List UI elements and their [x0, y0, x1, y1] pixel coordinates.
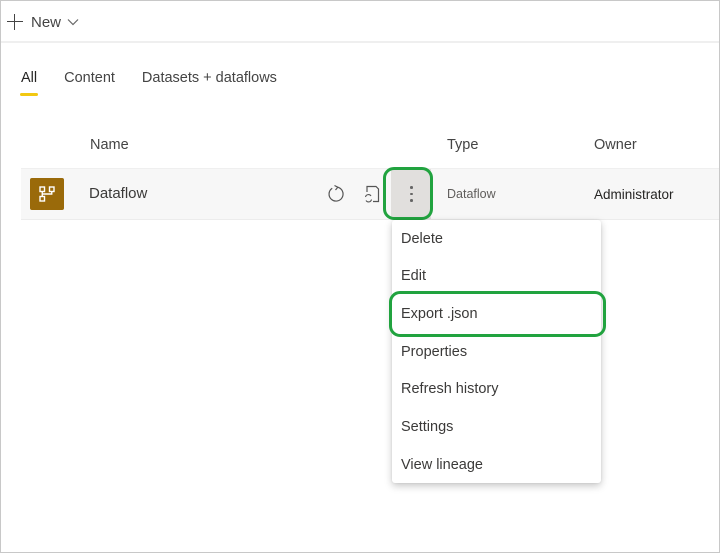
- toolbar: New: [1, 1, 719, 43]
- new-button[interactable]: New: [7, 11, 79, 33]
- menu-item-view-lineage[interactable]: View lineage: [392, 447, 601, 483]
- menu-item-delete[interactable]: Delete: [392, 221, 601, 257]
- dataflow-icon: [30, 178, 64, 210]
- menu-item-settings[interactable]: Settings: [392, 409, 601, 445]
- more-options-icon: [410, 186, 413, 206]
- item-type: Dataflow: [447, 187, 496, 201]
- new-label: New: [31, 13, 62, 31]
- more-options-button[interactable]: [391, 169, 431, 219]
- tab-bar: All Content Datasets + dataflows: [19, 70, 304, 96]
- menu-item-refresh-history[interactable]: Refresh history: [392, 371, 601, 407]
- item-name-link[interactable]: Dataflow: [89, 185, 147, 202]
- menu-item-properties[interactable]: Properties: [392, 334, 601, 370]
- table-header: Name Type Owner: [21, 130, 719, 169]
- table-row[interactable]: Dataflow Dataflow Administrator: [21, 169, 719, 220]
- menu-item-export-json[interactable]: Export .json: [392, 296, 601, 332]
- menu-item-edit[interactable]: Edit: [392, 258, 601, 294]
- column-header-type[interactable]: Type: [447, 137, 478, 153]
- refresh-icon[interactable]: [326, 184, 346, 204]
- tab-content[interactable]: Content: [64, 70, 115, 96]
- tab-datasets-dataflows[interactable]: Datasets + dataflows: [142, 70, 277, 96]
- context-menu: Delete Edit Export .json Properties Refr…: [392, 220, 601, 483]
- column-header-name[interactable]: Name: [90, 137, 129, 153]
- chevron-down-icon: [67, 19, 79, 26]
- plus-icon: [7, 14, 23, 30]
- column-header-owner[interactable]: Owner: [594, 137, 637, 153]
- item-owner: Administrator: [594, 187, 674, 202]
- schedule-refresh-icon[interactable]: [363, 184, 381, 204]
- tab-all[interactable]: All: [19, 70, 39, 96]
